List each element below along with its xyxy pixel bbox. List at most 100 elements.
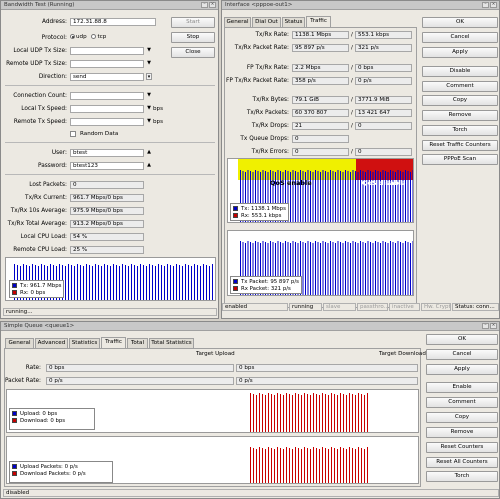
download-packets-swatch [12, 471, 17, 476]
remove-button[interactable]: Remove [426, 427, 498, 438]
triangle-down-icon[interactable]: ▼ [146, 60, 152, 67]
connection-count-field[interactable] [70, 92, 144, 100]
enable-button[interactable]: Enable [426, 382, 498, 393]
comment-button[interactable]: Comment [422, 81, 498, 92]
fp-tx-rx-packet-rate-rx-value: 0 p/s [355, 77, 412, 85]
queue-status-bar: disabled [3, 489, 499, 497]
tx-legend-text: Tx: 1138.1 Mbps [241, 205, 286, 212]
rate-legend: Tx: 1138.1 Mbps Rx: 553.1 kbps [230, 203, 289, 221]
direction-select[interactable]: send [70, 73, 144, 81]
remote-tx-speed-field[interactable] [70, 118, 144, 126]
download-packet-bar [355, 449, 356, 483]
download-packet-bar [364, 449, 365, 483]
slash-separator: / [351, 123, 353, 129]
download-packet-bar [295, 447, 296, 483]
stop-button[interactable]: Stop [171, 32, 215, 43]
tx-packet-bar [350, 243, 351, 295]
tx-bar [182, 266, 183, 300]
ok-button[interactable]: OK [426, 334, 498, 345]
tx-bar [176, 264, 177, 300]
download-packet-bar [280, 448, 281, 483]
disable-button[interactable]: Disable [422, 66, 498, 77]
tab-status[interactable]: Status [282, 17, 305, 27]
tx-bar [332, 171, 334, 222]
status-inactive: inactive [389, 303, 420, 311]
close-icon[interactable]: × [490, 2, 497, 8]
status-hw-crypto: Hw. Crypto [421, 303, 451, 311]
start-button[interactable]: Start [171, 17, 215, 28]
local-udp-size-field[interactable] [70, 47, 144, 55]
reset-all-counters-button[interactable]: Reset All Counters [426, 457, 498, 468]
minimize-icon[interactable]: – [482, 2, 489, 8]
status-passthrough: passthro... [357, 303, 388, 311]
download-bar [292, 395, 293, 432]
random-data-label: Random Data [80, 131, 119, 137]
remote-udp-size-field[interactable] [70, 60, 144, 68]
password-field[interactable]: btest123 [70, 162, 144, 170]
download-packet-bar [265, 449, 266, 483]
tx-bar [188, 265, 189, 300]
dropdown-arrow-icon[interactable]: ▾ [146, 73, 152, 80]
tcp-radio[interactable] [91, 34, 97, 39]
tab-traffic[interactable]: Traffic [101, 337, 126, 348]
ok-button[interactable]: OK [422, 17, 498, 28]
rx-swatch [12, 290, 17, 295]
rate-label: Rate: [25, 365, 41, 371]
tab-statistics[interactable]: Statistics [69, 338, 100, 348]
triangle-down-icon[interactable]: ▼ [146, 118, 152, 125]
tab-dial-out[interactable]: Dial Out [252, 17, 281, 27]
tx-packet-bar [362, 242, 364, 295]
user-field[interactable]: btest [70, 149, 144, 157]
status-running: running [289, 303, 322, 311]
copy-button[interactable]: Copy [422, 95, 498, 106]
triangle-up-icon[interactable]: ▲ [146, 149, 152, 156]
close-icon[interactable]: × [209, 2, 216, 8]
queue-rate-graph: Upload: 0 bps Download: 0 bps [6, 389, 419, 433]
tx-packet-bar [327, 243, 329, 295]
tx-bar [80, 265, 81, 300]
cancel-button[interactable]: Cancel [426, 349, 498, 360]
torch-button[interactable]: Torch [426, 471, 498, 482]
tab-general[interactable]: General [224, 17, 251, 27]
triangle-down-icon[interactable]: ▼ [146, 105, 152, 112]
download-bar [340, 393, 341, 432]
download-packet-bar [340, 447, 341, 483]
tx-bar [155, 266, 156, 300]
tab-total[interactable]: Total [127, 338, 148, 348]
fp-tx-rx-packet-rate-label: FP Tx/Rx Packet Rate: [226, 78, 289, 84]
torch-button[interactable]: Torch [422, 125, 498, 136]
reset-counters-button[interactable]: Reset Counters [426, 442, 498, 453]
triangle-down-icon[interactable]: ▼ [146, 92, 152, 99]
connection-count-label: Connection Count: [13, 93, 67, 99]
tab-traffic[interactable]: Traffic [306, 16, 331, 27]
tab-general[interactable]: General [5, 338, 34, 348]
tab-advanced[interactable]: Advanced [35, 338, 68, 348]
local-tx-speed-field[interactable] [70, 105, 144, 113]
tx-packet-bar [392, 242, 394, 295]
random-data-checkbox[interactable] [70, 131, 76, 137]
cancel-button[interactable]: Cancel [422, 32, 498, 43]
close-icon[interactable]: × [490, 323, 497, 329]
triangle-up-icon[interactable]: ▲ [146, 162, 152, 169]
tx-packet-bar [347, 242, 349, 295]
close-button[interactable]: Close [171, 47, 215, 58]
udp-radio[interactable] [70, 34, 75, 39]
minimize-icon[interactable]: – [201, 2, 208, 8]
tx-bar [83, 266, 84, 300]
tx-packet-bar [325, 242, 326, 295]
remove-button[interactable]: Remove [422, 110, 498, 121]
apply-button[interactable]: Apply [426, 364, 498, 375]
window-title: Bandwidth Test (Running) [4, 2, 75, 8]
apply-button[interactable]: Apply [422, 47, 498, 58]
tx-bar [146, 266, 147, 300]
tx-bar [292, 170, 294, 222]
pppoe-scan-button[interactable]: PPPoE Scan [422, 154, 498, 165]
tab-total-statistics[interactable]: Total Statistics [149, 338, 194, 348]
slash-separator: / [351, 78, 353, 84]
copy-button[interactable]: Copy [426, 412, 498, 423]
minimize-icon[interactable]: – [482, 323, 489, 329]
reset-traffic-counters-button[interactable]: Reset Traffic Counters [422, 140, 498, 151]
triangle-down-icon[interactable]: ▼ [146, 47, 152, 54]
comment-button[interactable]: Comment [426, 397, 498, 408]
address-field[interactable]: 172.31.88.8 [70, 18, 156, 26]
